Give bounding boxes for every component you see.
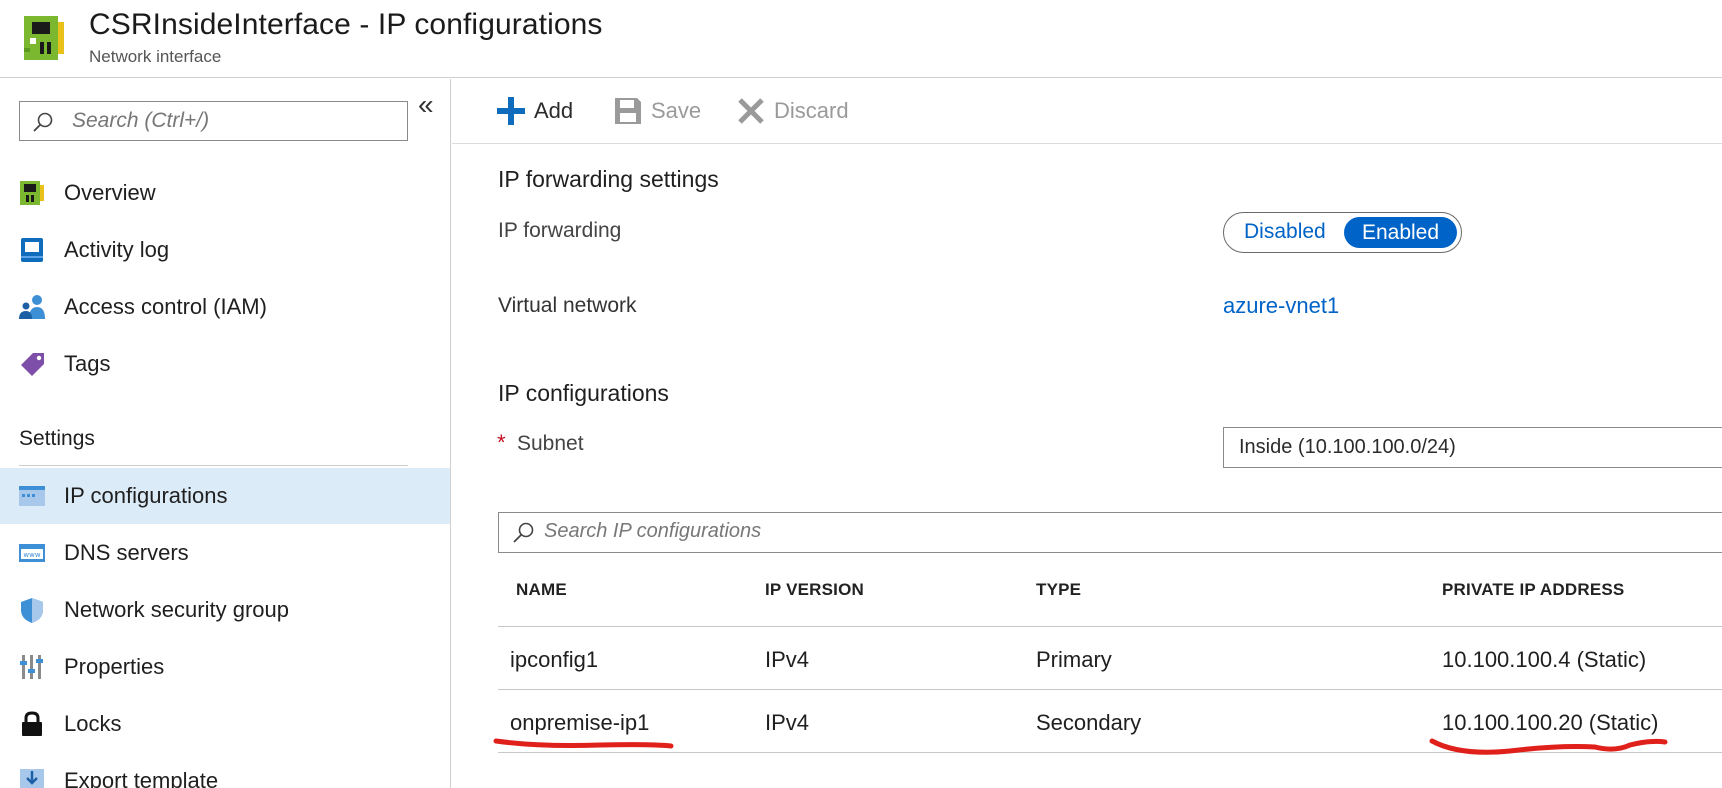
cell-type: Primary: [1036, 647, 1112, 672]
ip-forwarding-label: IP forwarding: [498, 219, 622, 242]
ip-forwarding-toggle[interactable]: Disabled Enabled: [1223, 212, 1462, 253]
virtual-network-label: Virtual network: [498, 294, 637, 317]
command-bar: Add Save Discard: [452, 79, 1722, 144]
sidebar-search-input[interactable]: Search (Ctrl+/): [19, 101, 408, 141]
underline-annotation-name: [493, 738, 674, 749]
tag-icon: [21, 353, 44, 376]
sidebar-item-label: Overview: [64, 180, 156, 205]
subnet-dropdown[interactable]: Inside (10.100.100.0/24): [1223, 427, 1722, 468]
settings-section-heading: Settings: [19, 427, 95, 450]
collapse-sidebar-button[interactable]: «: [418, 89, 442, 120]
ip-configurations-search-placeholder: Search IP configurations: [544, 520, 762, 542]
sidebar-item-label: DNS servers: [64, 540, 189, 565]
sidebar-item-access-control[interactable]: Access control (IAM): [0, 279, 450, 335]
row-divider: [498, 689, 1722, 690]
svg-text:www: www: [23, 551, 40, 559]
page-title: CSRInsideInterface - IP configurations: [89, 8, 603, 41]
cell-ip-version: IPv4: [765, 710, 810, 735]
page-subtitle: Network interface: [89, 47, 222, 66]
access-control-icon: [19, 295, 45, 319]
save-button[interactable]: Save: [613, 93, 703, 129]
header-divider: [498, 626, 1722, 627]
sidebar-item-export-template[interactable]: Export template: [0, 753, 450, 788]
row-divider: [498, 752, 1722, 753]
sidebar-item-label: Export template: [64, 768, 219, 788]
sidebar-item-label: IP configurations: [64, 483, 228, 508]
discard-button[interactable]: Discard: [736, 93, 856, 129]
column-header-private-ip-address[interactable]: PRIVATE IP ADDRESS: [1442, 580, 1624, 600]
activity-log-icon: [21, 238, 43, 262]
toggle-option-enabled[interactable]: Enabled: [1344, 217, 1457, 248]
save-button-label: Save: [651, 98, 702, 123]
search-icon: [33, 112, 53, 132]
sidebar-item-label: Locks: [64, 711, 122, 736]
settings-divider: [19, 465, 408, 466]
lock-icon: [22, 711, 42, 736]
column-header-type[interactable]: TYPE: [1036, 580, 1081, 600]
sidebar-item-properties[interactable]: Properties: [0, 639, 450, 695]
sidebar-item-label: Network security group: [64, 597, 289, 622]
subnet-selected-value: Inside (10.100.100.0/24): [1239, 436, 1456, 458]
add-button[interactable]: Add: [496, 93, 586, 129]
sidebar: Search (Ctrl+/) « Overview Activity log …: [0, 79, 451, 788]
subnet-label: Subnet: [517, 432, 584, 455]
sidebar-item-dns-servers[interactable]: www DNS servers: [0, 525, 450, 581]
ip-configurations-icon: [19, 486, 45, 506]
network-security-group-icon: [21, 598, 43, 623]
search-icon: [513, 522, 534, 543]
plus-icon: [497, 97, 525, 125]
sidebar-item-label: Properties: [64, 654, 165, 679]
sidebar-item-overview[interactable]: Overview: [0, 165, 450, 221]
underline-annotation-ip: [1429, 738, 1668, 755]
close-icon: [738, 98, 764, 124]
cell-ip-version: IPv4: [765, 647, 810, 672]
overview-icon: [20, 181, 44, 205]
ip-configurations-heading: IP configurations: [498, 380, 669, 406]
properties-icon: [20, 655, 43, 679]
cell-type: Secondary: [1036, 710, 1142, 735]
column-header-ip-version[interactable]: IP VERSION: [765, 580, 864, 600]
sidebar-item-ip-configurations[interactable]: IP configurations: [0, 468, 450, 524]
network-interface-icon: [24, 16, 64, 60]
export-template-icon: [20, 769, 44, 788]
column-header-name[interactable]: NAME: [516, 580, 567, 600]
cell-name: onpremise-ip1: [510, 710, 650, 735]
sidebar-item-activity-log[interactable]: Activity log: [0, 222, 450, 278]
cell-private-ip: 10.100.100.4 (Static): [1442, 647, 1647, 672]
dns-servers-icon: www: [19, 544, 45, 562]
sidebar-item-label: Activity log: [64, 237, 170, 262]
sidebar-item-locks[interactable]: Locks: [0, 696, 450, 752]
discard-button-label: Discard: [774, 98, 849, 123]
blade-header: CSRInsideInterface - IP configurations N…: [0, 0, 1722, 78]
ip-configurations-search-input[interactable]: Search IP configurations: [498, 512, 1722, 553]
sidebar-item-network-security-group[interactable]: Network security group: [0, 582, 450, 638]
virtual-network-link[interactable]: azure-vnet1: [1223, 293, 1339, 319]
cell-name: ipconfig1: [510, 647, 599, 672]
sidebar-item-label: Tags: [64, 351, 111, 376]
required-marker: *: [497, 430, 506, 455]
toggle-option-disabled[interactable]: Disabled: [1244, 220, 1326, 244]
sidebar-item-tags[interactable]: Tags: [0, 336, 450, 392]
sidebar-search-placeholder: Search (Ctrl+/): [72, 109, 210, 132]
add-button-label: Add: [534, 98, 574, 123]
ip-forwarding-heading: IP forwarding settings: [498, 166, 719, 192]
cell-private-ip: 10.100.100.20 (Static): [1442, 710, 1659, 735]
sidebar-item-label: Access control (IAM): [64, 294, 267, 319]
save-icon: [615, 98, 641, 124]
